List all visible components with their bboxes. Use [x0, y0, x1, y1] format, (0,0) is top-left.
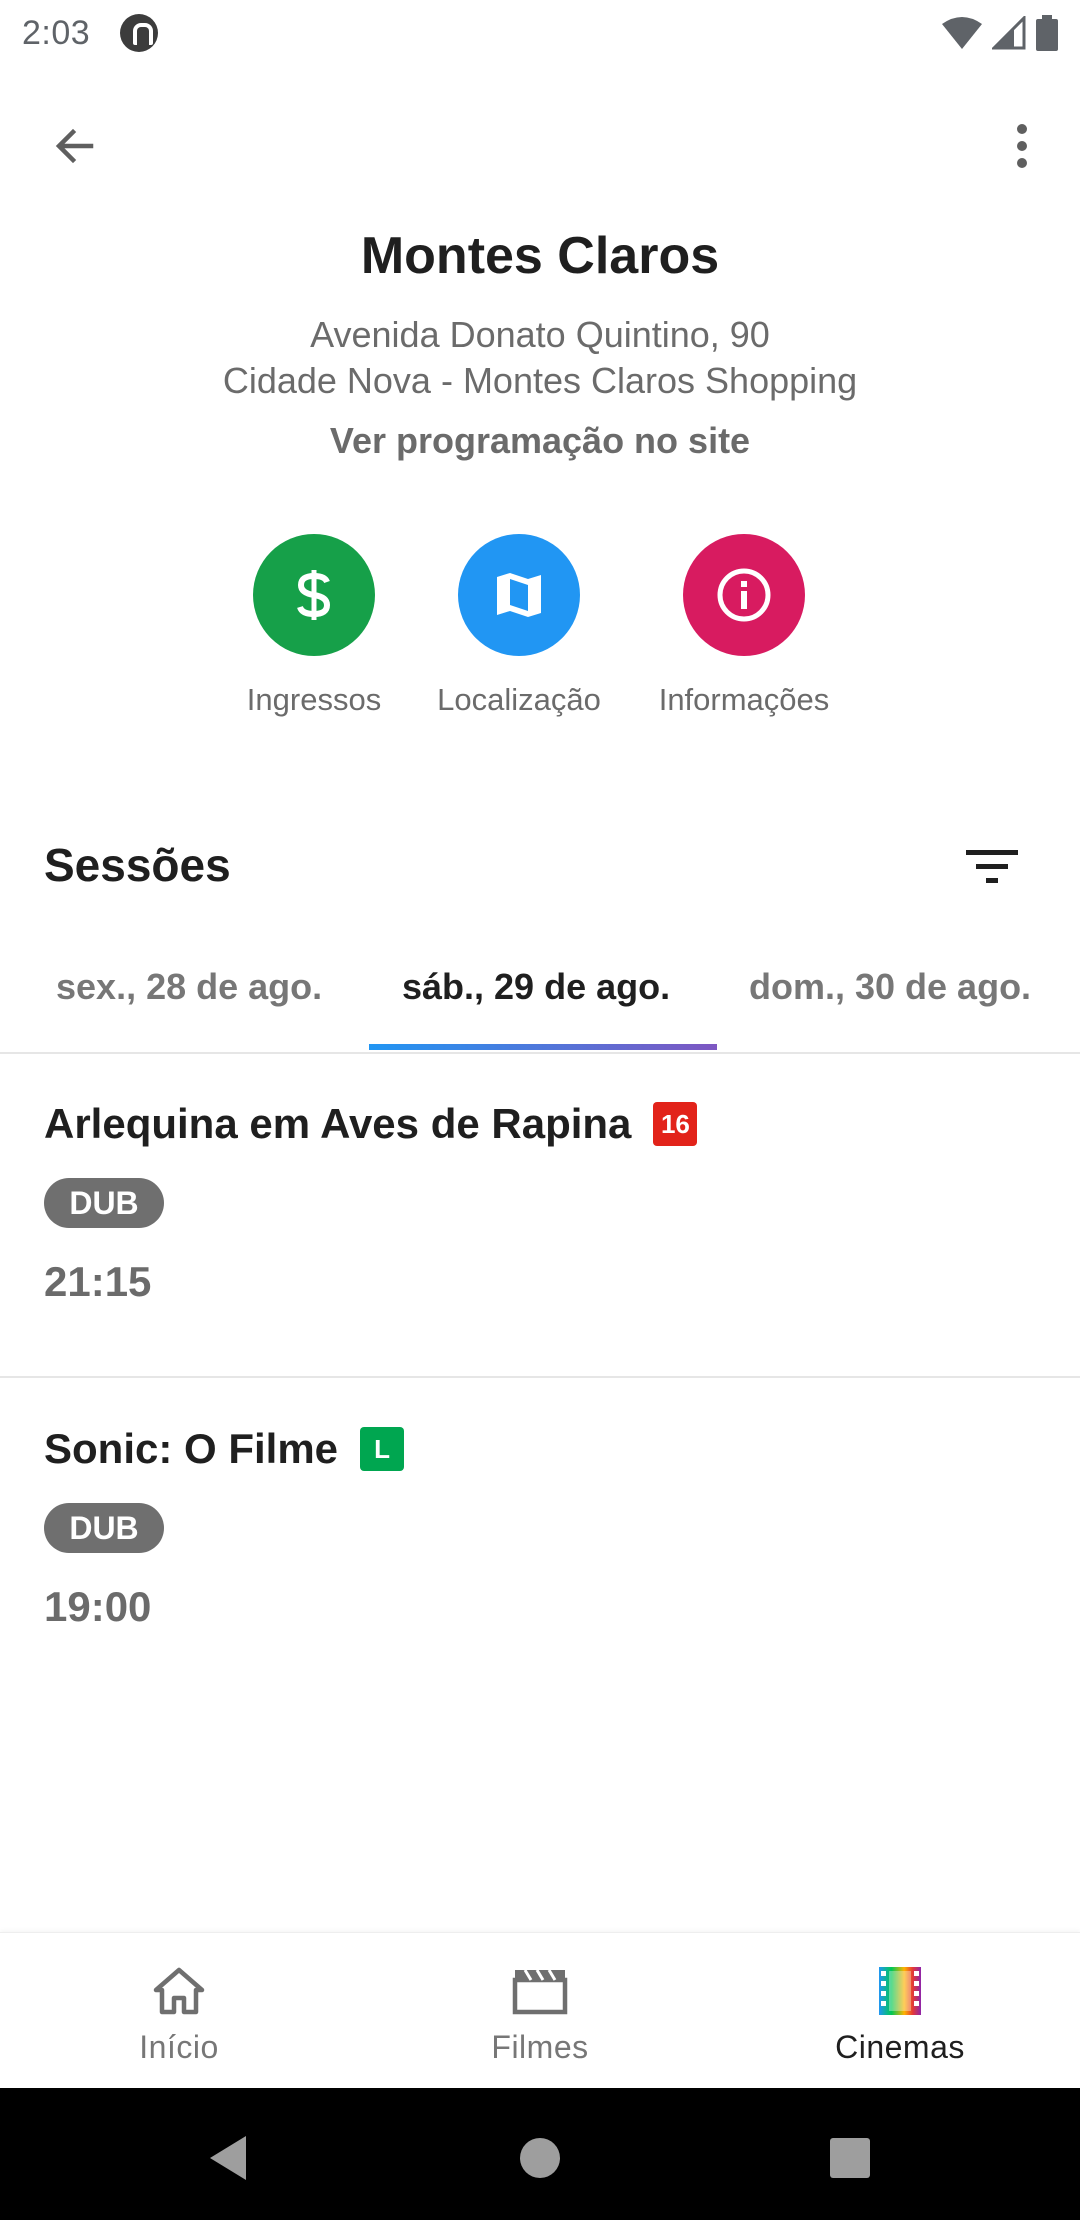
battery-icon — [1036, 15, 1058, 51]
arrow-back-icon — [55, 128, 94, 164]
back-button[interactable] — [40, 116, 110, 176]
tab-date-30[interactable]: dom., 30 de ago. — [749, 966, 1031, 1008]
nav-item-inicio[interactable]: Início — [59, 1963, 299, 2066]
more-vert-icon — [1017, 124, 1027, 168]
tab-date-28[interactable]: sex., 28 de ago. — [56, 966, 322, 1008]
system-navigation-bar — [0, 2088, 1080, 2220]
tickets-action[interactable]: Ingressos — [204, 534, 424, 718]
dollar-icon — [297, 570, 331, 620]
location-label: Localização — [437, 682, 601, 717]
age-rating-badge: L — [360, 1427, 405, 1471]
status-time: 2:03 — [22, 13, 91, 52]
movie-title: Arlequina em Aves de Rapina — [44, 1100, 632, 1147]
film-strip-icon — [879, 1967, 921, 2015]
movie-title: Sonic: O Filme — [44, 1425, 339, 1472]
address-line-1: Avenida Donato Quintino, 90 — [310, 314, 770, 355]
movie-title-row: Arlequina em Aves de Rapina 16 — [44, 1100, 698, 1148]
triangle-back-icon — [210, 2136, 246, 2180]
location-button[interactable] — [458, 534, 580, 656]
map-icon — [497, 573, 541, 617]
more-options-button[interactable] — [992, 116, 1052, 176]
format-chip: DUB — [44, 1503, 164, 1553]
site-schedule-link[interactable]: Ver programação no site — [0, 420, 1080, 462]
tab-indicator — [369, 1044, 717, 1050]
nav-label-filmes: Filmes — [491, 2029, 589, 2065]
tickets-button[interactable] — [253, 534, 375, 656]
nav-label-inicio: Início — [139, 2029, 219, 2065]
status-icons — [942, 15, 1058, 51]
app-bar — [0, 96, 1080, 192]
showtime[interactable]: 21:15 — [44, 1258, 151, 1306]
filter-icon — [966, 850, 1018, 883]
nav-item-cinemas[interactable]: Cinemas — [780, 1963, 1020, 2066]
tickets-label: Ingressos — [246, 682, 382, 717]
cinema-address: Avenida Donato Quintino, 90 Cidade Nova … — [0, 312, 1080, 404]
system-recents-button[interactable] — [820, 2128, 880, 2188]
format-chip: DUB — [44, 1178, 164, 1228]
showtime[interactable]: 19:00 — [44, 1583, 151, 1631]
status-bar: 2:03 — [0, 0, 1080, 66]
signal-icon — [992, 16, 1026, 50]
bottom-navigation: Início Filmes Cinemas — [0, 1932, 1080, 2088]
address-line-2: Cidade Nova - Montes Claros Shopping — [222, 360, 858, 401]
cinema-title: Montes Claros — [360, 227, 720, 285]
circle-home-icon — [520, 2138, 560, 2178]
divider — [0, 1376, 1080, 1378]
wifi-icon — [942, 17, 982, 49]
info-icon — [717, 568, 771, 622]
date-tabs: sex., 28 de ago. sáb., 29 de ago. dom., … — [0, 940, 1080, 1054]
info-button[interactable] — [683, 534, 805, 656]
notification-app-icon — [120, 14, 159, 52]
square-recents-icon — [830, 2138, 870, 2178]
nav-label-cinemas: Cinemas — [835, 2029, 965, 2065]
system-home-button[interactable] — [510, 2128, 570, 2188]
info-label: Informações — [658, 682, 830, 717]
filter-button[interactable] — [960, 836, 1024, 896]
home-icon — [153, 1967, 205, 2015]
tab-date-29[interactable]: sáb., 29 de ago. — [402, 966, 670, 1008]
sessions-title: Sessões — [44, 839, 231, 891]
system-back-button[interactable] — [198, 2128, 258, 2188]
movie-title-row: Sonic: O Filme L — [44, 1425, 405, 1473]
nav-item-filmes[interactable]: Filmes — [420, 1963, 660, 2066]
location-action[interactable]: Localização — [409, 534, 629, 718]
clapperboard-icon — [512, 1969, 568, 2015]
age-rating-badge: 16 — [653, 1102, 698, 1146]
info-action[interactable]: Informações — [634, 534, 854, 718]
